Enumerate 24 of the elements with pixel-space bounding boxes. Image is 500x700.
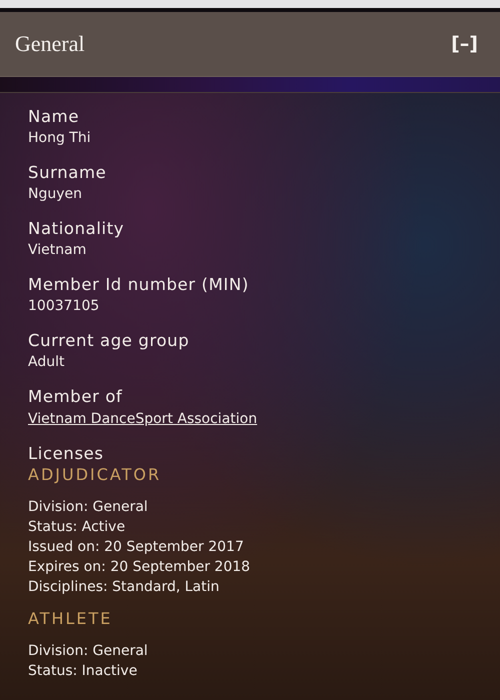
field-label: Surname: [28, 162, 108, 184]
field-value: Nguyen: [28, 185, 84, 204]
section-title: General: [15, 31, 85, 57]
license-detail: Status: Inactive: [28, 662, 138, 681]
license-detail: Expires on: 20 September 2018: [28, 558, 252, 577]
field-label: Licenses: [28, 443, 105, 465]
license-detail: Disciplines: Standard, Latin: [28, 578, 220, 597]
license-detail: Status: Active: [28, 518, 126, 537]
license-type: ADJUDICATOR: [28, 465, 162, 485]
license-detail: Division: General: [28, 498, 149, 517]
field-label: Member Id number (MIN): [28, 274, 250, 296]
field-value: Hong Thi: [28, 129, 92, 148]
field-value: 10037105: [28, 297, 100, 316]
field-label: Member of: [28, 386, 124, 408]
collapse-button[interactable]: [–]: [451, 33, 478, 55]
field-value: Adult: [28, 353, 66, 372]
association-link[interactable]: Vietnam DanceSport Association: [28, 409, 258, 429]
field-label: Current age group: [28, 330, 190, 352]
field-label: Nationality: [28, 218, 126, 240]
license-detail: Division: General: [28, 642, 149, 661]
license-detail: Issued on: 20 September 2017: [28, 538, 245, 557]
field-value: Vietnam: [28, 241, 88, 260]
field-label: Name: [28, 106, 80, 128]
license-type: ATHLETE: [28, 609, 114, 629]
